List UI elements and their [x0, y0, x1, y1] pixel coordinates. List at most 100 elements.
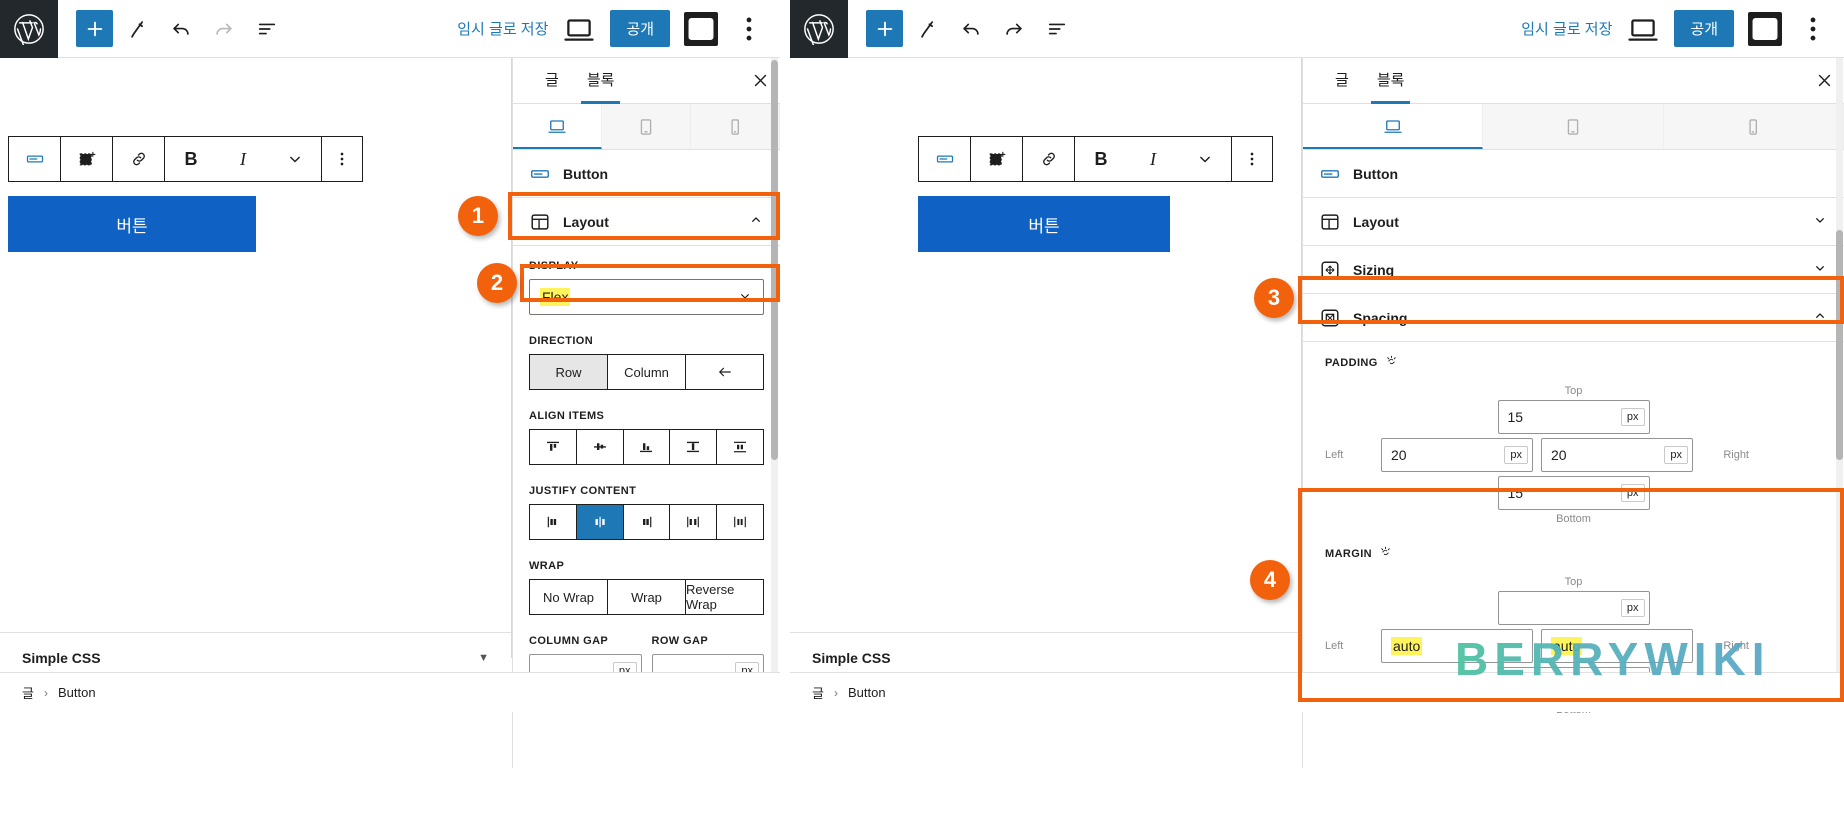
breadcrumb-root[interactable]: 글 — [22, 683, 34, 702]
save-draft-button[interactable]: 임시 글로 저장 — [1521, 18, 1612, 39]
chevron-down-icon[interactable]: ▼ — [478, 652, 489, 664]
align-space-between-icon[interactable] — [717, 429, 764, 465]
margin-top-unit[interactable]: px — [1620, 599, 1645, 617]
spacing-section-header[interactable]: Spacing — [1303, 294, 1844, 342]
layout-section-header[interactable]: Layout — [513, 198, 780, 246]
list-view-icon[interactable] — [1038, 10, 1075, 47]
desktop-preview-icon[interactable] — [1626, 12, 1660, 46]
padding-label: PADDING — [1325, 357, 1378, 369]
settings-sidebar-icon[interactable] — [684, 11, 718, 46]
tab-block[interactable]: 블록 — [573, 58, 629, 104]
italic-button[interactable]: I — [217, 137, 269, 181]
publish-button[interactable]: 공개 — [610, 10, 670, 47]
desktop-device-tab[interactable] — [513, 104, 602, 149]
undo-icon[interactable] — [162, 10, 199, 47]
arrow-left-icon[interactable] — [686, 354, 764, 390]
wordpress-logo-icon[interactable] — [0, 0, 58, 58]
add-block-button[interactable] — [76, 10, 113, 47]
sizing-section-label: Sizing — [1353, 261, 1395, 278]
chevron-down-icon[interactable] — [1179, 137, 1231, 181]
breadcrumb-current[interactable]: Button — [58, 685, 96, 700]
unlink-sides-icon[interactable] — [1384, 354, 1399, 372]
sizing-section-header[interactable]: Sizing — [1303, 246, 1844, 294]
padding-bottom-input[interactable]: 15 px — [1497, 476, 1650, 510]
layout-section-label: Layout — [563, 213, 609, 230]
margin-left-input[interactable]: auto — [1381, 629, 1533, 663]
justify-space-around-icon[interactable] — [717, 504, 764, 540]
link-icon[interactable] — [1023, 137, 1075, 181]
tablet-device-tab[interactable] — [602, 104, 691, 149]
margin-right-input[interactable]: auto — [1541, 629, 1693, 663]
add-block-button[interactable] — [866, 10, 903, 47]
bold-button[interactable]: B — [165, 137, 217, 181]
layout-section-label: Layout — [1353, 213, 1399, 230]
mobile-device-tab[interactable] — [691, 104, 780, 149]
margin-top-input[interactable]: px — [1497, 591, 1650, 625]
wrap-option-wrap[interactable]: Wrap — [608, 579, 686, 615]
bold-button[interactable]: B — [1075, 137, 1127, 181]
direction-segments: Row Column — [529, 354, 764, 390]
redo-icon[interactable] — [205, 10, 242, 47]
drag-handle-icon[interactable] — [971, 137, 1023, 181]
button-block-label: 버튼 — [116, 216, 148, 236]
justify-space-between-icon[interactable] — [670, 504, 718, 540]
direction-option-row[interactable]: Row — [529, 354, 608, 390]
align-stretch-icon[interactable] — [670, 429, 718, 465]
wordpress-logo-icon[interactable] — [790, 0, 848, 58]
align-top-icon[interactable] — [529, 429, 577, 465]
tools-pencil-icon[interactable] — [909, 10, 946, 47]
mobile-device-tab[interactable] — [1663, 104, 1844, 149]
padding-left-input[interactable]: 20 px — [1381, 438, 1533, 472]
annotation-number-2: 2 — [477, 263, 517, 303]
save-draft-button[interactable]: 임시 글로 저장 — [457, 18, 548, 39]
link-icon[interactable] — [113, 137, 165, 181]
more-options-icon[interactable] — [1796, 12, 1830, 46]
tools-pencil-icon[interactable] — [119, 10, 156, 47]
breadcrumb-separator: › — [833, 685, 838, 700]
settings-sidebar-icon[interactable] — [1748, 11, 1782, 46]
list-view-icon[interactable] — [248, 10, 285, 47]
tab-post[interactable]: 글 — [531, 58, 573, 104]
direction-control: DIRECTION Row Column — [513, 315, 780, 390]
sidebar-scroll-thumb[interactable] — [771, 60, 778, 460]
breadcrumb-current[interactable]: Button — [848, 685, 886, 700]
padding-top-unit[interactable]: px — [1620, 408, 1645, 426]
display-select[interactable]: Flex — [529, 279, 764, 315]
drag-handle-icon[interactable] — [61, 137, 113, 181]
tab-block[interactable]: 블록 — [1363, 58, 1419, 104]
desktop-preview-icon[interactable] — [562, 12, 596, 46]
chevron-down-icon[interactable] — [269, 137, 321, 181]
padding-bottom-unit[interactable]: px — [1620, 484, 1645, 502]
justify-left-icon[interactable] — [529, 504, 577, 540]
publish-button[interactable]: 공개 — [1674, 10, 1734, 47]
justify-right-icon[interactable] — [623, 504, 671, 540]
breadcrumb-root[interactable]: 글 — [812, 683, 824, 702]
block-more-options-icon[interactable] — [322, 137, 362, 181]
undo-icon[interactable] — [952, 10, 989, 47]
justify-center-icon[interactable] — [576, 504, 624, 540]
desktop-device-tab[interactable] — [1303, 104, 1484, 149]
padding-right-unit[interactable]: px — [1664, 446, 1688, 464]
button-block-preview[interactable]: 버튼 — [918, 196, 1170, 252]
italic-button[interactable]: I — [1127, 137, 1179, 181]
button-block-preview[interactable]: 버튼 — [8, 196, 256, 252]
wrap-option-reverse-wrap[interactable]: Reverse Wrap — [686, 579, 764, 615]
button-block-icon[interactable] — [9, 137, 61, 181]
more-options-icon[interactable] — [732, 12, 766, 46]
layout-section-header[interactable]: Layout — [1303, 198, 1844, 246]
block-more-options-icon[interactable] — [1232, 137, 1272, 181]
align-bottom-icon[interactable] — [623, 429, 671, 465]
align-center-icon[interactable] — [576, 429, 624, 465]
wrap-option-no-wrap[interactable]: No Wrap — [529, 579, 608, 615]
sidebar-scroll-thumb[interactable] — [1836, 230, 1843, 460]
unlink-sides-icon[interactable] — [1378, 545, 1393, 563]
padding-top-input[interactable]: 15 px — [1497, 400, 1650, 434]
button-block-icon[interactable] — [919, 137, 971, 181]
padding-right-input[interactable]: 20 px — [1541, 438, 1693, 472]
tablet-device-tab[interactable] — [1483, 104, 1664, 149]
direction-option-column[interactable]: Column — [608, 354, 686, 390]
italic-label: I — [1150, 148, 1156, 169]
tab-post[interactable]: 글 — [1321, 58, 1363, 104]
padding-left-unit[interactable]: px — [1504, 446, 1528, 464]
redo-icon[interactable] — [995, 10, 1032, 47]
